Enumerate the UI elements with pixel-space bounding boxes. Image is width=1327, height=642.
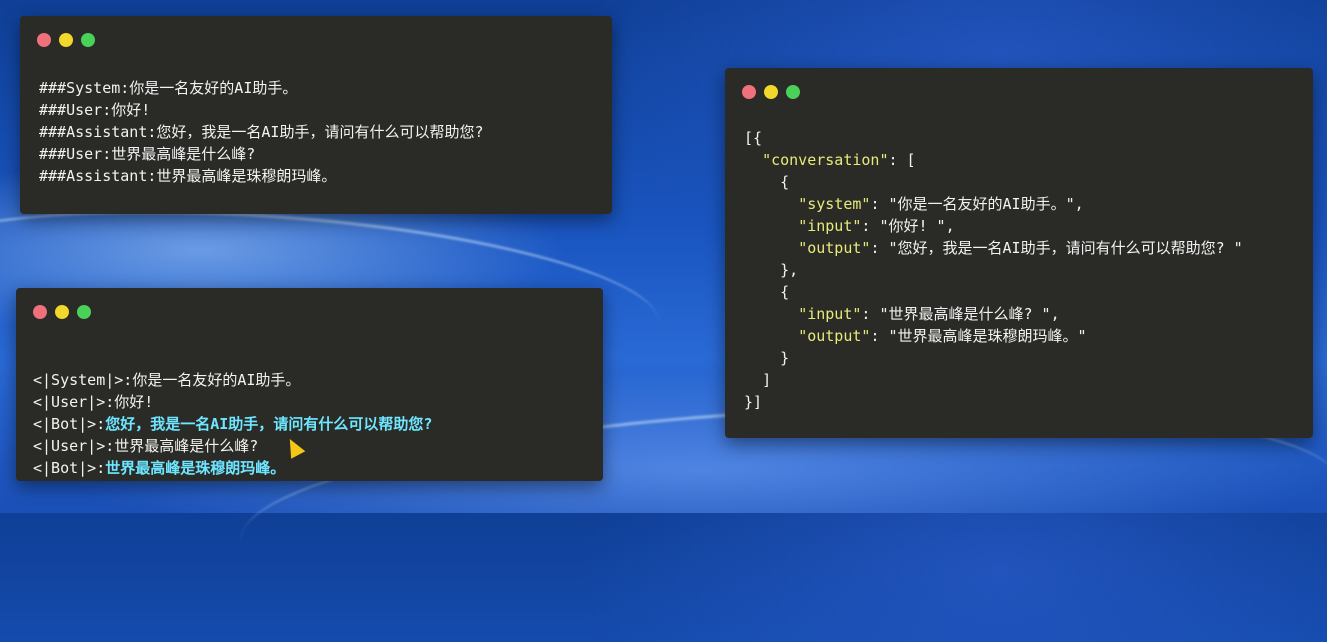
terminal-window-system-format: ###System:你是一名友好的AI助手。 ###User:你好! ###Assi… [20, 16, 612, 214]
code-block: ###System:你是一名友好的AI助手。 ###User:你好! ###Assi… [39, 77, 484, 187]
code-line: } [744, 347, 1243, 369]
window-controls [742, 85, 800, 99]
json-key: "system" [798, 195, 871, 213]
code-block: <|System|>:你是一名友好的AI助手。 <|User|>:你好! <|Bot… [33, 347, 432, 479]
json-key: "input" [798, 217, 862, 235]
json-punct: ] [762, 371, 772, 389]
code-line: ] [744, 369, 1243, 391]
code-line: { [744, 281, 1243, 303]
bot-response-text: 您好，我是一名AI助手，请问有什么可以帮助您? [105, 415, 433, 433]
code-line: ###System:你是一名友好的AI助手。 [39, 79, 298, 97]
json-value: : "您好，我是一名AI助手，请问有什么可以帮助您? " [870, 239, 1243, 257]
code-line: <|User|>:世界最高峰是什么峰? [33, 435, 432, 457]
code-line: <|Bot|>:世界最高峰是珠穆朗玛峰。 [33, 457, 432, 479]
json-value: : "你好! ", [861, 217, 955, 235]
code-line: ###Assistant:您好，我是一名AI助手，请问有什么可以帮助您? [39, 123, 484, 141]
code-line: "input": "你好! ", [744, 215, 1243, 237]
json-value: : [ [888, 151, 916, 169]
maximize-button[interactable] [786, 85, 800, 99]
json-value: : "你是一名友好的AI助手。", [870, 195, 1084, 213]
terminal-window-token-format: <|System|>:你是一名友好的AI助手。 <|User|>:你好! <|Bot… [16, 288, 603, 481]
code-line: }] [744, 393, 763, 411]
code-line: "output": "您好，我是一名AI助手，请问有什么可以帮助您? " [744, 237, 1243, 259]
terminal-window-json-format: [{ "conversation": [ { "system": "你是一名友好… [725, 68, 1313, 438]
code-line: <|Bot|>:您好，我是一名AI助手，请问有什么可以帮助您? [33, 413, 432, 435]
window-controls [33, 305, 91, 319]
code-line: [{ [744, 129, 763, 147]
message-text: 你是一名友好的AI助手。 [132, 371, 301, 389]
code-line: { [744, 171, 1243, 193]
json-key: "input" [798, 305, 862, 323]
json-key: "conversation" [762, 151, 889, 169]
code-line: "conversation": [ [744, 149, 1243, 171]
json-punct: { [780, 283, 790, 301]
role-token: <|User|>: [33, 437, 115, 455]
window-controls [37, 33, 95, 47]
message-text: 你好! [114, 393, 154, 411]
code-line: "input": "世界最高峰是什么峰? ", [744, 303, 1243, 325]
bot-response-text: 世界最高峰是珠穆朗玛峰。 [105, 459, 286, 477]
code-line: ###User:世界最高峰是什么峰? [39, 145, 256, 163]
maximize-button[interactable] [77, 305, 91, 319]
code-line: "system": "你是一名友好的AI助手。", [744, 193, 1243, 215]
role-token: <|Bot|>: [33, 459, 106, 477]
json-punct: } [780, 349, 790, 367]
role-token: <|System|>: [33, 371, 133, 389]
minimize-button[interactable] [59, 33, 73, 47]
role-token: <|User|>: [33, 393, 115, 411]
code-line: }, [744, 259, 1243, 281]
code-line: <|User|>:你好! [33, 391, 432, 413]
code-line: "output": "世界最高峰是珠穆朗玛峰。" [744, 325, 1243, 347]
message-text: 世界最高峰是什么峰? [114, 437, 259, 455]
json-value: : "世界最高峰是珠穆朗玛峰。" [870, 327, 1087, 345]
json-key: "output" [798, 239, 871, 257]
maximize-button[interactable] [81, 33, 95, 47]
json-punct: }, [780, 261, 799, 279]
close-button[interactable] [33, 305, 47, 319]
json-key: "output" [798, 327, 871, 345]
close-button[interactable] [742, 85, 756, 99]
code-line: <|System|>:你是一名友好的AI助手。 [33, 369, 432, 391]
minimize-button[interactable] [764, 85, 778, 99]
code-line: ###Assistant:世界最高峰是珠穆朗玛峰。 [39, 167, 337, 185]
role-token: <|Bot|>: [33, 415, 106, 433]
json-value: : "世界最高峰是什么峰? ", [861, 305, 1060, 323]
close-button[interactable] [37, 33, 51, 47]
json-code-block: [{ "conversation": [ { "system": "你是一名友好… [744, 127, 1243, 413]
code-line: ###User:你好! [39, 101, 151, 119]
json-punct: { [780, 173, 790, 191]
minimize-button[interactable] [55, 305, 69, 319]
